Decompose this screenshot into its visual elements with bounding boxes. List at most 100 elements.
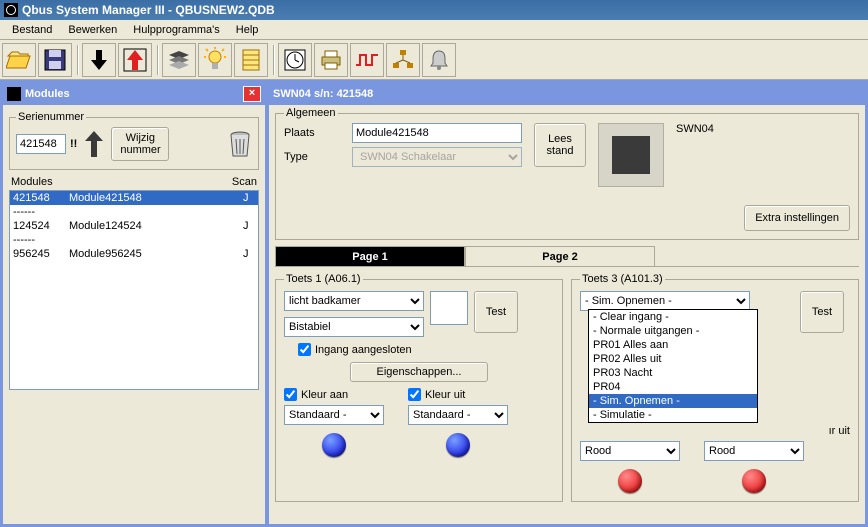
module-name-label: SWN04 — [676, 123, 714, 135]
table-row[interactable]: 956245Module956245J — [10, 247, 258, 261]
dropdown-option[interactable]: PR01 Alles aan — [589, 338, 757, 352]
toolbar-layers[interactable] — [162, 43, 196, 77]
toets3-kleur-uit-partial: ır uit — [829, 425, 850, 437]
menubar: Bestand Bewerken Hulpprogramma's Help — [0, 20, 868, 40]
menu-hulpprogrammas[interactable]: Hulpprogramma's — [125, 22, 227, 38]
toolbar-network[interactable] — [386, 43, 420, 77]
algemeen-legend: Algemeen — [284, 107, 338, 119]
toets1-small-input[interactable] — [430, 291, 468, 325]
network-icon — [390, 47, 416, 73]
toets1-eigenschappen-button[interactable]: Eigenschappen... — [350, 362, 488, 382]
module-image — [598, 123, 664, 187]
detail-panel-titlebar: SWN04 s/n: 421548 — [269, 83, 865, 105]
arrow-down-icon — [86, 47, 112, 73]
toets1-select-output[interactable]: licht badkamer — [284, 291, 424, 311]
toets3-kleur-aan-select[interactable]: Rood — [580, 441, 680, 461]
toolbar-upload[interactable] — [118, 43, 152, 77]
dropdown-option[interactable]: - Clear ingang - — [589, 310, 757, 324]
clock-icon — [282, 47, 308, 73]
app-icon — [7, 87, 21, 101]
toets1-kleur-aan-checkbox[interactable]: Kleur aan — [284, 388, 384, 401]
wijzig-nummer-button[interactable]: Wijzig nummer — [111, 127, 169, 161]
toets3-fieldset: Toets 3 (A101.3) - Sim. Opnemen - - Clea… — [571, 273, 859, 502]
table-row[interactable]: 124524Module124524J — [10, 219, 258, 233]
toets1-fieldset: Toets 1 (A06.1) licht badkamer Bistabiel… — [275, 273, 563, 502]
serienummer-fieldset: Serienummer !! Wijzig nummer — [9, 111, 259, 170]
table-row: ------ — [10, 205, 258, 219]
dropdown-option[interactable]: PR04 — [589, 380, 757, 394]
table-row: ------ — [10, 233, 258, 247]
toolbar-separator — [157, 45, 159, 75]
plaats-input[interactable] — [352, 123, 522, 143]
tabs: Page 1 Page 2 — [275, 246, 859, 266]
toets1-legend: Toets 1 (A06.1) — [284, 273, 363, 285]
dropdown-option[interactable]: PR02 Alles uit — [589, 352, 757, 366]
toolbar-table[interactable] — [234, 43, 268, 77]
toolbar-bulb[interactable] — [198, 43, 232, 77]
toets1-kleur-aan-select[interactable]: Standaard - — [284, 405, 384, 425]
toets1-test-button[interactable]: Test — [474, 291, 518, 333]
toolbar-download[interactable] — [82, 43, 116, 77]
header-modules: Modules — [11, 176, 53, 188]
modules-panel: Modules × Serienummer !! Wijzig nummer — [2, 82, 266, 525]
extra-instellingen-button[interactable]: Extra instellingen — [744, 205, 850, 231]
toets3-kleur-uit-select[interactable]: Rood — [704, 441, 804, 461]
modules-panel-body: Serienummer !! Wijzig nummer Modules Sca… — [3, 105, 265, 524]
toolbar-wave[interactable] — [350, 43, 384, 77]
square-wave-icon — [354, 47, 380, 73]
folder-open-icon — [6, 47, 32, 73]
serienummer-input[interactable] — [16, 134, 66, 154]
menu-help[interactable]: Help — [228, 22, 267, 38]
tab-page1[interactable]: Page 1 — [275, 246, 465, 266]
toets1-select-mode[interactable]: Bistabiel — [284, 317, 424, 337]
floppy-icon — [42, 47, 68, 73]
toets3-color-aan-indicator — [618, 469, 642, 493]
toolbar-separator — [273, 45, 275, 75]
main-area: Modules × Serienummer !! Wijzig nummer — [0, 80, 868, 527]
serienummer-excl: !! — [70, 138, 77, 150]
menu-bestand[interactable]: Bestand — [4, 22, 60, 38]
lees-stand-button[interactable]: Lees stand — [534, 123, 586, 167]
toets3-legend: Toets 3 (A101.3) — [580, 273, 665, 285]
toolbar — [0, 40, 868, 80]
toets1-ingang-checkbox[interactable]: Ingang aangesloten — [298, 343, 412, 356]
dropdown-option[interactable]: PR03 Nacht — [589, 366, 757, 380]
toets3-dropdown-list[interactable]: - Clear ingang -- Normale uitgangen -PR0… — [588, 309, 758, 423]
toets3-test-button[interactable]: Test — [800, 291, 844, 333]
toets1-kleur-uit-checkbox[interactable]: Kleur uit — [408, 388, 508, 401]
algemeen-fieldset: Algemeen Plaats Type SWN04 Schakelaar Le… — [275, 107, 859, 240]
table-row[interactable]: 421548Module421548J — [10, 191, 258, 205]
menu-bewerken[interactable]: Bewerken — [60, 22, 125, 38]
modules-panel-titlebar: Modules × — [3, 83, 265, 105]
toolbar-open[interactable] — [2, 43, 36, 77]
tab-content: Toets 1 (A06.1) licht badkamer Bistabiel… — [275, 266, 859, 508]
type-select: SWN04 Schakelaar — [352, 147, 522, 167]
toolbar-clock[interactable] — [278, 43, 312, 77]
serienummer-arrow-up[interactable] — [81, 127, 107, 161]
toets1-color-aan-indicator — [322, 433, 346, 457]
toolbar-printer[interactable] — [314, 43, 348, 77]
serienummer-legend: Serienummer — [16, 111, 86, 123]
window-title: Qbus System Manager III - QBUSNEW2.QDB — [22, 3, 275, 17]
toolbar-save[interactable] — [38, 43, 72, 77]
bell-icon — [426, 47, 452, 73]
arrow-up-icon — [83, 129, 105, 159]
dropdown-option[interactable]: - Normale uitgangen - — [589, 324, 757, 338]
layers-icon — [166, 47, 192, 73]
toets3-select-output[interactable]: - Sim. Opnemen - — [580, 291, 750, 311]
tab-page2[interactable]: Page 2 — [465, 246, 655, 266]
modules-panel-title: Modules — [25, 88, 70, 100]
toets3-color-uit-indicator — [742, 469, 766, 493]
type-label: Type — [284, 151, 344, 163]
trash-button[interactable] — [228, 130, 252, 158]
toolbar-bell[interactable] — [422, 43, 456, 77]
modules-header: Modules Scan — [9, 176, 259, 190]
dropdown-option[interactable]: - Simulatie - — [589, 408, 757, 422]
detail-panel-title: SWN04 s/n: 421548 — [273, 88, 373, 100]
modules-close-button[interactable]: × — [243, 86, 261, 102]
printer-icon — [318, 47, 344, 73]
modules-list[interactable]: 421548Module421548J------124524Module124… — [9, 190, 259, 390]
toets1-kleur-uit-select[interactable]: Standaard - — [408, 405, 508, 425]
dropdown-option[interactable]: - Sim. Opnemen - — [589, 394, 757, 408]
header-scan: Scan — [232, 176, 257, 188]
